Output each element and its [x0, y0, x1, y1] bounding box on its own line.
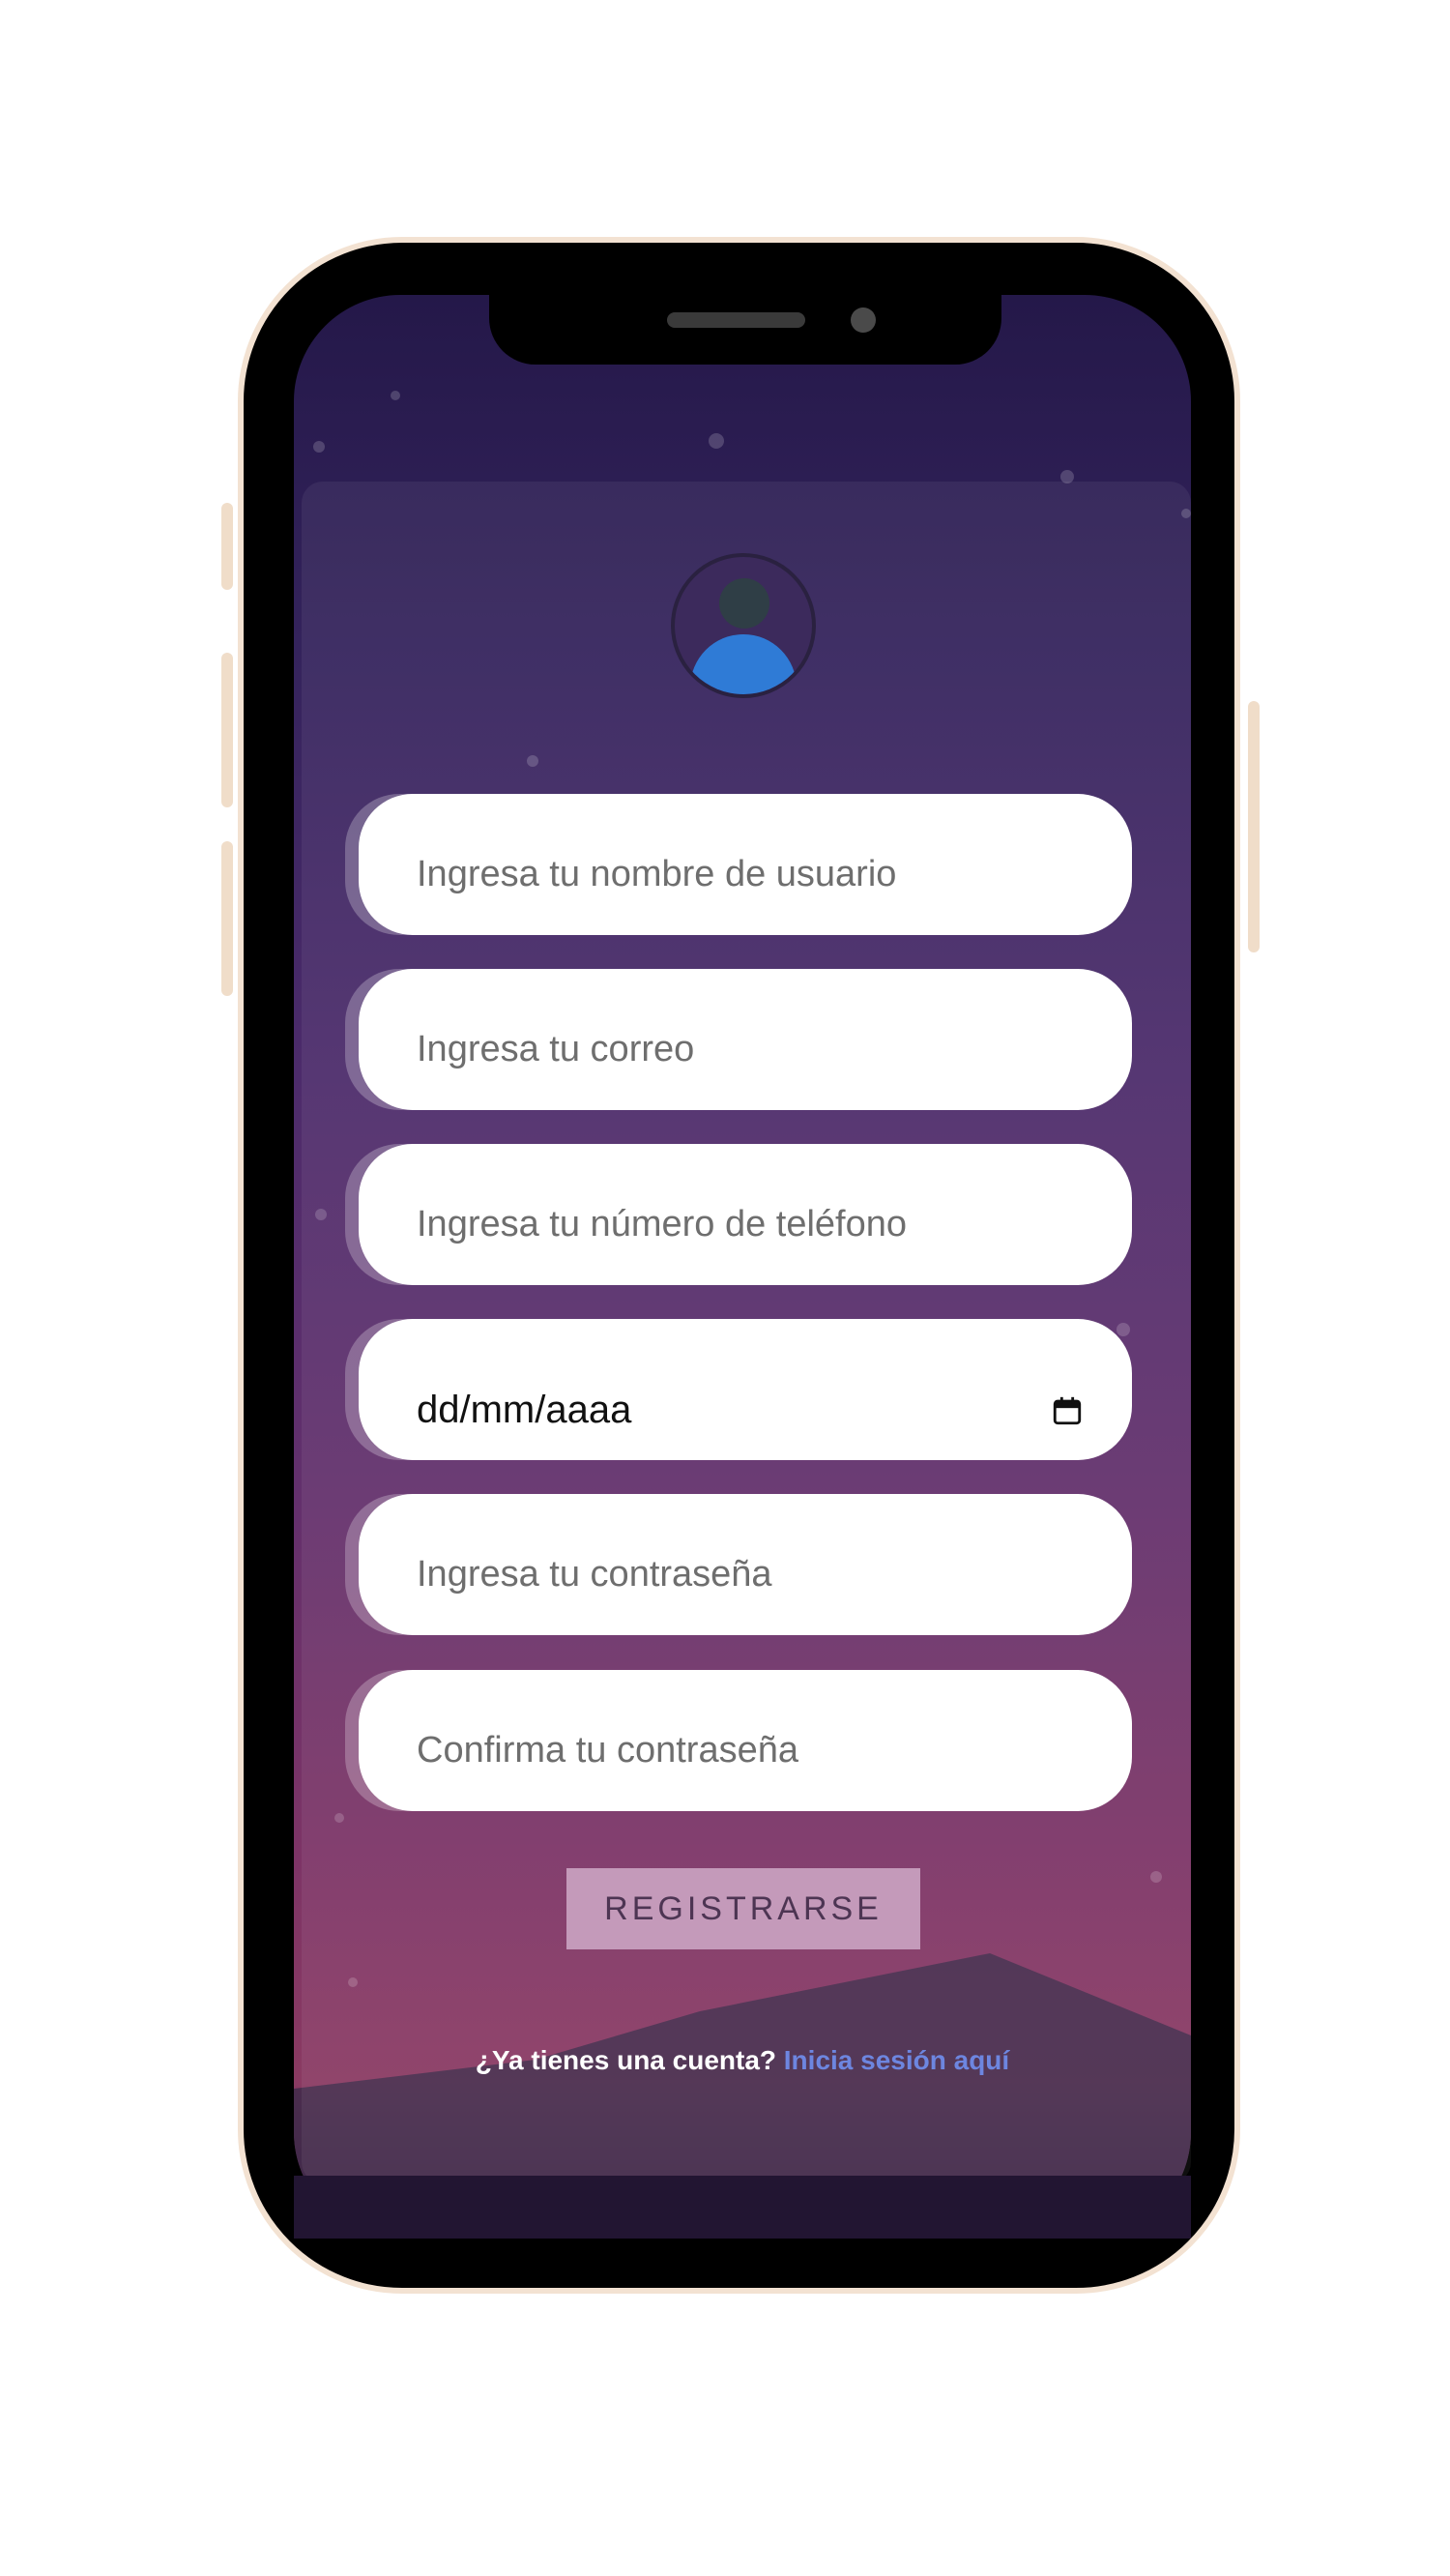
username-field[interactable] [359, 794, 1132, 935]
password-input[interactable] [417, 1554, 1035, 1595]
email-input[interactable] [417, 1029, 1035, 1070]
bubble-decoration [391, 391, 400, 400]
bubble-decoration [334, 1813, 344, 1823]
bubble-decoration [348, 1977, 358, 1987]
volume-down-button [221, 841, 233, 996]
front-camera [851, 307, 876, 333]
login-question: ¿Ya tienes una cuenta? [475, 2045, 784, 2075]
register-button[interactable]: REGISTRARSE [566, 1868, 920, 1949]
password-field[interactable] [359, 1494, 1132, 1635]
birthdate-field[interactable]: dd/mm/aaaa [359, 1319, 1132, 1460]
login-link[interactable]: Inicia sesión aquí [784, 2045, 1009, 2075]
phone-notch [489, 295, 1001, 365]
email-field[interactable] [359, 969, 1132, 1110]
bubble-decoration [315, 1209, 327, 1220]
bubble-decoration [313, 441, 325, 453]
screen-bottom-bar [294, 2176, 1191, 2239]
bubble-decoration [527, 755, 538, 767]
volume-up-button [221, 653, 233, 807]
confirm-password-field[interactable] [359, 1670, 1132, 1811]
phone-speaker [667, 312, 805, 328]
user-avatar-icon [671, 553, 816, 698]
phone-input[interactable] [417, 1204, 1035, 1245]
bubble-decoration [1060, 470, 1074, 483]
username-input[interactable] [417, 854, 1035, 895]
bubble-decoration [1181, 509, 1191, 518]
birthdate-placeholder: dd/mm/aaaa [417, 1389, 632, 1431]
power-button [1248, 701, 1260, 952]
confirm-password-input[interactable] [417, 1730, 1035, 1771]
avatar-head [719, 578, 769, 629]
phone-field[interactable] [359, 1144, 1132, 1285]
bubble-decoration [1150, 1871, 1162, 1883]
bubble-decoration [709, 433, 724, 449]
avatar-body [690, 634, 797, 694]
bubble-decoration [1116, 1323, 1130, 1336]
login-prompt: ¿Ya tienes una cuenta? Inicia sesión aqu… [0, 2045, 1450, 2076]
volume-switch [221, 503, 233, 590]
calendar-icon[interactable] [1051, 1394, 1084, 1427]
